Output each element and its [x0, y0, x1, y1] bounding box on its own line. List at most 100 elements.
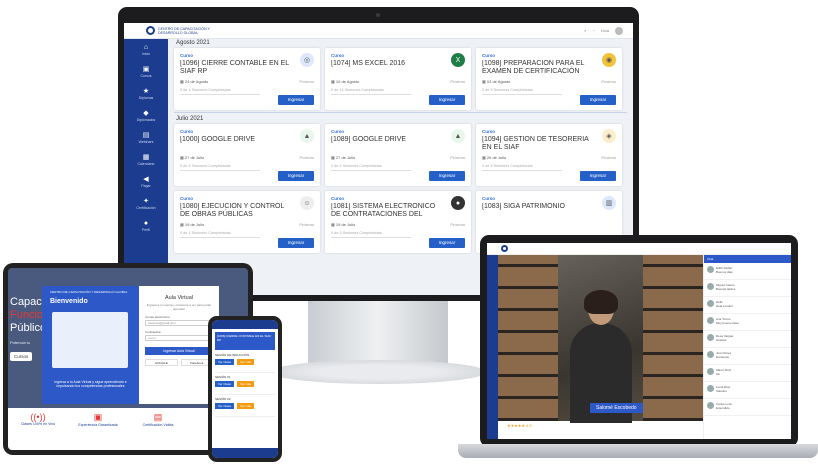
composite-stage: CENTRO DE CAPACITACIÓN Y DESARROLLO GLOB… [0, 0, 818, 465]
welcome-promo: Ingresa a tu Aula Virtual y sigue aprend… [54, 380, 127, 388]
message-body: Hello Hola a todos [716, 300, 733, 310]
course-progress: 0 de 4 Sesiones Completadas [180, 88, 260, 95]
course-progress: 0 de 4 Sesiones Completadas [180, 231, 260, 238]
webcam [376, 13, 380, 17]
certificate-icon: ✦ [143, 198, 149, 205]
bell-icon[interactable]: ◔ [592, 28, 594, 33]
course-icon: ▥ [602, 196, 616, 210]
course-status: Próximo [450, 79, 465, 84]
message-body: Marco Ruiz Ok [716, 368, 731, 378]
enter-button[interactable]: Ingresar [580, 171, 616, 181]
course-tag: Curso [331, 53, 345, 58]
diplomas-icon: ★ [142, 88, 150, 95]
course-progress: 0 de 5 Sesiones Completadas [482, 164, 562, 171]
hero-line-1: Capaci [10, 296, 45, 308]
enter-button[interactable]: Ingresar [278, 171, 314, 181]
sidebar-item-cursos[interactable]: ▣ Cursos [124, 61, 168, 83]
course-title: [1098] PREPARACIÓN PARA EL EXAMEN DE CER… [482, 60, 585, 75]
feature-icon: ▣ [93, 412, 103, 422]
more-button[interactable]: Ver más [237, 359, 255, 365]
course-card[interactable]: Curso [1000] GOOGLE DRIVE ▦ 27 de Julio Pró… [174, 124, 320, 186]
course-card[interactable]: Curso [1074] MS EXCEL 2016 ▦ 10 de Agosto P… [325, 48, 471, 110]
course-card[interactable]: Curso [1096] CIERRE CONTABLE EN EL SIAF R… [174, 48, 320, 110]
course-meta: ▦ 24 de Agosto Próximo [180, 79, 314, 84]
avatar[interactable] [615, 26, 623, 35]
message-text: Entendido [716, 406, 730, 410]
email-field[interactable]: tucorreo@gmail.com [145, 320, 213, 326]
google-button[interactable]: GOOGLE [145, 359, 178, 366]
message-body: Ana Torres Muy buena clase [716, 317, 739, 327]
enter-button[interactable]: Ingresar [429, 238, 465, 248]
message-body: Carlos León Entendido [716, 402, 732, 412]
course-title: [1080] EJECUCIÓN Y CONTROL DE OBRAS PÚBL… [180, 203, 285, 218]
logo-text: CENTRO DE CAPACITACIÓN Y DESARROLLO GLOB… [158, 26, 210, 35]
more-button[interactable]: Ver más [237, 381, 255, 387]
course-tag: Curso [482, 129, 496, 134]
sidebar-item-certificación[interactable]: ✦ Certificación [124, 193, 168, 215]
course-progress: 0 de 5 Sesiones Completadas [482, 88, 562, 95]
course-card[interactable]: Curso [1080] EJECUCIÓN Y CONTROL DE OBRAS… [174, 191, 320, 253]
course-title: [1081] SISTEMA ELECTRÓNICO DE CONTRATACI… [331, 203, 436, 218]
course-meta: ▦ 27 de Julio Próximo [331, 155, 465, 160]
avatar [707, 351, 714, 358]
cursos-button[interactable]: Cursos [10, 352, 33, 361]
course-meta: ▦ 10 de Agosto Próximo [331, 79, 465, 84]
course-status: Próximo [299, 222, 314, 227]
feature-icon: ▤ [153, 412, 163, 422]
chat-message: Ana Torres Muy buena clase [704, 314, 791, 331]
course-title: [1096] CIERRE CONTABLE EN EL SIAF RP [180, 60, 289, 75]
login-panel: Aula Virtual Ingresa a tu cuenta y comie… [139, 286, 219, 404]
more-button[interactable]: Ver más [237, 403, 255, 409]
sidebar-item-pagar[interactable]: ◀ Pagar [124, 171, 168, 193]
login-button[interactable]: Ingresar Aula Virtual [145, 347, 213, 355]
chat-message: Miguel Castro Buenas tardes [704, 280, 791, 297]
session-item: SESIÓN 01 Ver Clase Ver más [215, 375, 275, 395]
course-card[interactable]: Curso [1081] SISTEMA ELECTRÓNICO DE CONTR… [325, 191, 471, 253]
chat-header: Chat [704, 255, 791, 263]
monitor-stand [308, 301, 448, 363]
login-subtitle: Ingresa a tu cuenta y comienza a ver par… [146, 303, 212, 311]
sidebar-item-perfil[interactable]: ● Perfil [124, 215, 168, 237]
course-card[interactable]: Curso [1094] GESTIÓN DE TESORERÍA EN EL S… [476, 124, 622, 186]
enter-button[interactable]: Ingresar [278, 238, 314, 248]
divider [174, 112, 627, 113]
sidebar-item-webinars[interactable]: ▤ Webinars [124, 127, 168, 149]
chat-message: Lucía Díaz Saludos [704, 382, 791, 399]
home-icon: ⌂ [143, 44, 149, 51]
sidebar-item-inicio[interactable]: ⌂ Inicio [124, 39, 168, 61]
course-card[interactable]: Curso [1098] PREPARACIÓN PARA EL EXAMEN D… [476, 48, 622, 110]
course-card[interactable]: Curso [1089] GOOGLE DRIVE ▦ 27 de Julio Pró… [325, 124, 471, 186]
password-field[interactable]: •••••••• [145, 335, 213, 341]
laptop-sidebar [487, 255, 498, 439]
phone-course-card[interactable]: [1096] CIERRE CONTABLE EN EL SIAF RP [215, 332, 275, 350]
session-item: SESIÓN 02 Ver Clase Ver más [215, 397, 275, 417]
course-title: [1089] GOOGLE DRIVE [331, 136, 407, 143]
search-icon[interactable]: ⌕ [584, 28, 586, 33]
course-meta: ▦ 19 de Julio Próximo [331, 222, 465, 227]
enter-button[interactable]: Ingresar [278, 95, 314, 105]
view-class-button[interactable]: Ver Clase [215, 359, 235, 365]
course-date: ▦ 27 de Julio [180, 155, 205, 160]
phone-screen: [1096] CIERRE CONTABLE EN EL SIAF RP SES… [212, 320, 278, 458]
user-greeting: Hola [600, 28, 609, 33]
email-label: Correo electrónico [145, 315, 170, 319]
month-heading: Julio 2021 [176, 116, 204, 122]
enter-button[interactable]: Ingresar [580, 95, 616, 105]
course-title: [1094] GESTIÓN DE TESORERÍA EN EL SIAF [482, 136, 589, 151]
hero-line-2: Funcio [10, 309, 44, 321]
course-progress: 0 de 5 Sesiones Completadas [180, 164, 260, 171]
sidebar-item-calendario[interactable]: ▦ Calendario [124, 149, 168, 171]
view-class-button[interactable]: Ver Clase [215, 403, 235, 409]
feature-icon: ((•)) [30, 412, 46, 422]
enter-button[interactable]: Ingresar [429, 171, 465, 181]
chat-messages: Edith Farfán Buenos días Miguel Castro Buen… [704, 263, 791, 416]
chat-message: Carlos León Entendido [704, 399, 791, 416]
sidebar-item-diplomados[interactable]: ◆ Diplomados [124, 105, 168, 127]
enter-button[interactable]: Ingresar [429, 95, 465, 105]
feature-label: Experiencia Garantizada [78, 423, 118, 427]
chat-message: Edith Farfán Buenos días [704, 263, 791, 280]
course-progress: 0 de 5 Sesiones Completadas [331, 164, 411, 171]
sidebar-item-diplomas[interactable]: ★ Diplomas [124, 83, 168, 105]
view-class-button[interactable]: Ver Clase [215, 381, 235, 387]
video-player[interactable]: Salomé Escobedo [498, 255, 703, 423]
